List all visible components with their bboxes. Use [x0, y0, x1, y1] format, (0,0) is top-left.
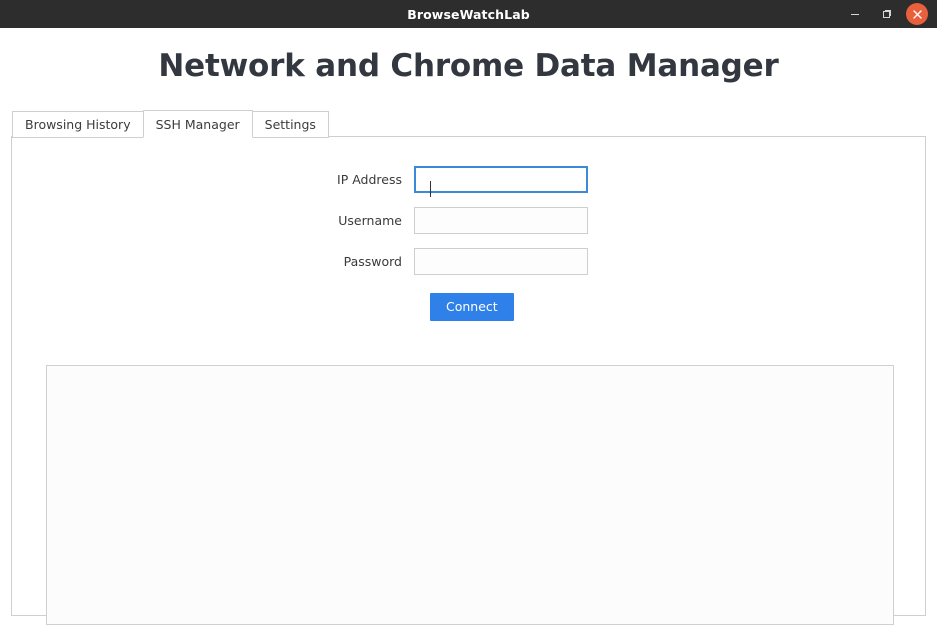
connect-button[interactable]: Connect	[430, 293, 514, 321]
window-title: BrowseWatchLab	[407, 6, 530, 22]
tab-label: Browsing History	[25, 117, 131, 132]
close-icon	[906, 3, 928, 25]
tab-ssh-manager[interactable]: SSH Manager	[142, 110, 253, 138]
close-button[interactable]	[903, 0, 931, 28]
username-input[interactable]	[414, 207, 588, 234]
window-controls	[839, 0, 931, 28]
page-title: Network and Chrome Data Manager	[158, 48, 779, 84]
connect-button-row: Connect	[12, 293, 925, 321]
maximize-icon[interactable]	[871, 0, 903, 28]
tab-browsing-history[interactable]: Browsing History	[12, 111, 144, 138]
ssh-manager-panel: IP Address Username Password Connect	[11, 136, 926, 625]
text-caret	[430, 181, 431, 197]
tab-settings[interactable]: Settings	[251, 111, 329, 138]
password-label: Password	[343, 254, 402, 269]
ip-address-input[interactable]	[414, 166, 588, 193]
ssh-connection-form: IP Address Username Password Connect	[12, 137, 925, 321]
tab-label: SSH Manager	[155, 116, 240, 132]
username-label: Username	[338, 213, 402, 228]
ssh-output-log[interactable]	[46, 365, 894, 625]
window-titlebar: BrowseWatchLab	[0, 0, 937, 28]
form-row-ip-address: IP Address	[12, 166, 925, 193]
password-input[interactable]	[414, 248, 588, 275]
minimize-icon[interactable]	[839, 0, 871, 28]
form-row-password: Password	[12, 248, 925, 275]
form-row-username: Username	[12, 207, 925, 234]
tab-bar: Browsing History SSH Manager Settings	[12, 110, 329, 138]
ip-address-label: IP Address	[337, 172, 402, 187]
tab-label: Settings	[264, 117, 316, 132]
